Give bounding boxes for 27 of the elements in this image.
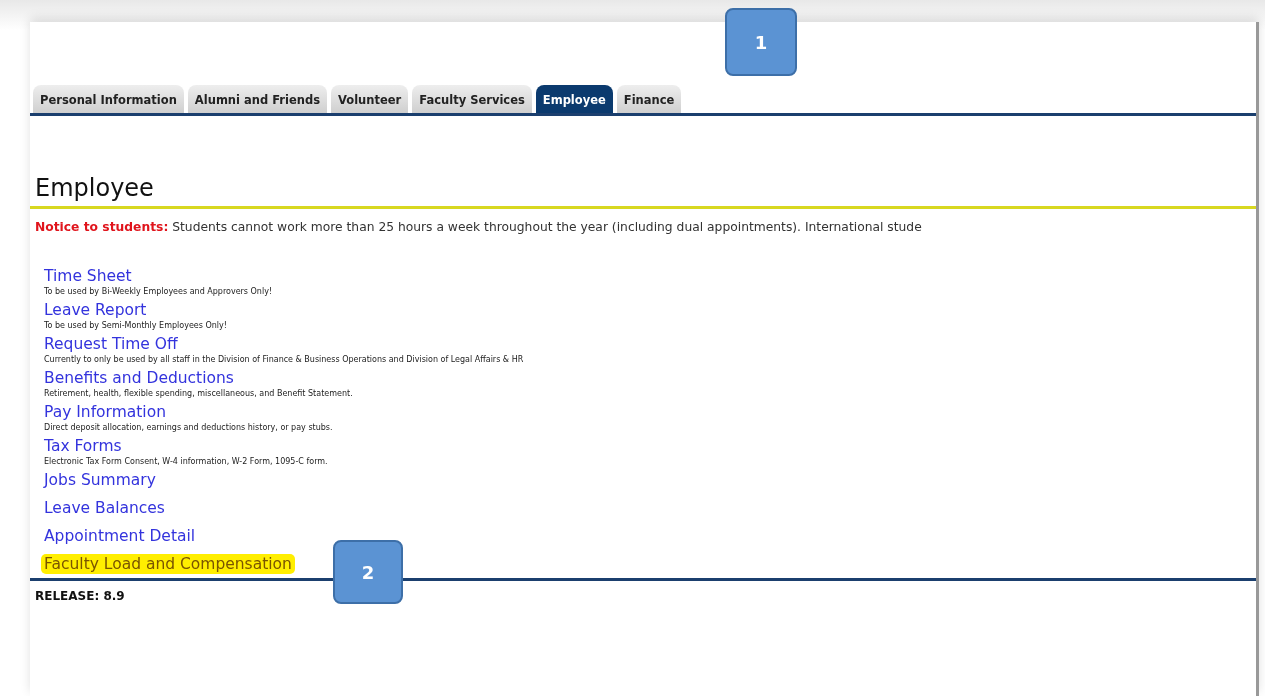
tab[interactable]: Faculty Services	[412, 85, 532, 113]
menu-link[interactable]: Tax Forms	[44, 436, 122, 456]
menu-link[interactable]: Faculty Load and Compensation	[41, 554, 295, 574]
tab[interactable]: Finance	[616, 85, 682, 113]
callout-badge: 2	[333, 540, 403, 604]
link-description: To be used by Bi-Weekly Employees and Approvers Only!	[44, 287, 273, 296]
link-description: Currently to only be used by all staff in the Division of Finance & Business Operations and Division of Legal Affairs & HR	[44, 355, 524, 364]
menu-link[interactable]: Leave Report	[44, 300, 147, 320]
link-description: Retirement, health, flexible spending, miscellaneous, and Benefit Statement.	[44, 389, 353, 398]
page-heading: Employee	[35, 174, 155, 202]
release-label: RELEASE: 8.9	[35, 589, 126, 603]
menu-link[interactable]: Benefits and Deductions	[44, 368, 234, 388]
menu-link[interactable]: Leave Balances	[44, 498, 165, 518]
menu-link[interactable]: Pay Information	[44, 402, 166, 422]
menu-link[interactable]: Time Sheet	[44, 266, 132, 286]
menu-link[interactable]: Request Time Off	[44, 334, 178, 354]
tab[interactable]: Alumni and Friends	[187, 85, 327, 113]
callout-badge: 1	[725, 8, 797, 76]
link-description: To be used by Semi-Monthly Employees Only!	[44, 321, 227, 330]
link-description: Direct deposit allocation, earnings and deductions history, or pay stubs.	[44, 423, 333, 432]
menu-link[interactable]: Jobs Summary	[44, 470, 156, 490]
menu-link[interactable]: Appointment Detail	[44, 526, 196, 546]
tab[interactable]: Employee	[535, 85, 613, 113]
notice-text: Notice to students: Students cannot work more than 25 hours a week throughout the year (including dual appointments). International stude	[35, 220, 923, 234]
tab[interactable]: Volunteer	[331, 85, 409, 113]
tab[interactable]: Personal Information	[33, 85, 184, 113]
link-description: Electronic Tax Form Consent, W-4 information, W-2 Form, 1095-C form.	[44, 457, 328, 466]
